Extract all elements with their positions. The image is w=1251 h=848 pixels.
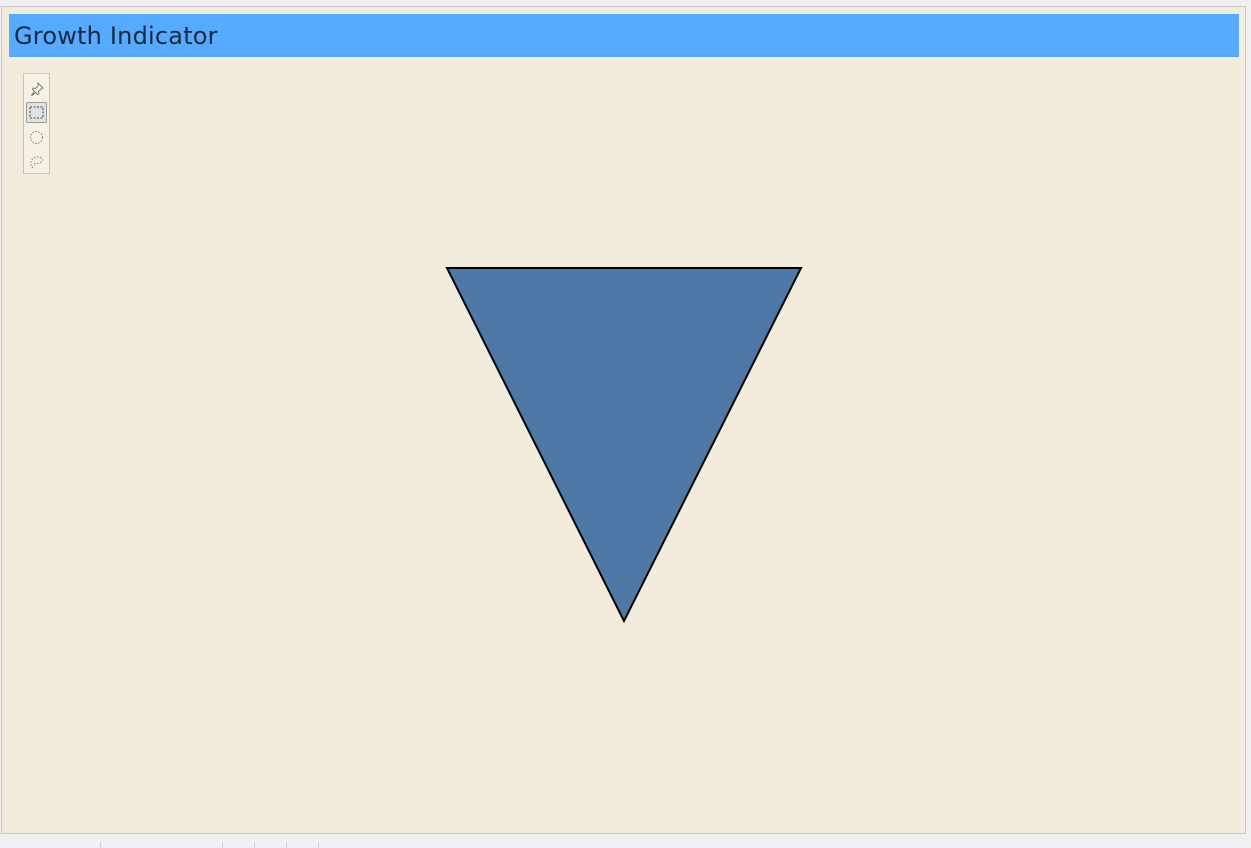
status-divider (286, 842, 287, 848)
status-divider (254, 842, 255, 848)
status-bar (0, 841, 1251, 848)
status-divider (100, 842, 101, 848)
indicator-canvas (445, 267, 803, 624)
status-divider (222, 842, 223, 848)
growth-indicator-triangle (445, 267, 803, 624)
status-divider (318, 842, 319, 848)
